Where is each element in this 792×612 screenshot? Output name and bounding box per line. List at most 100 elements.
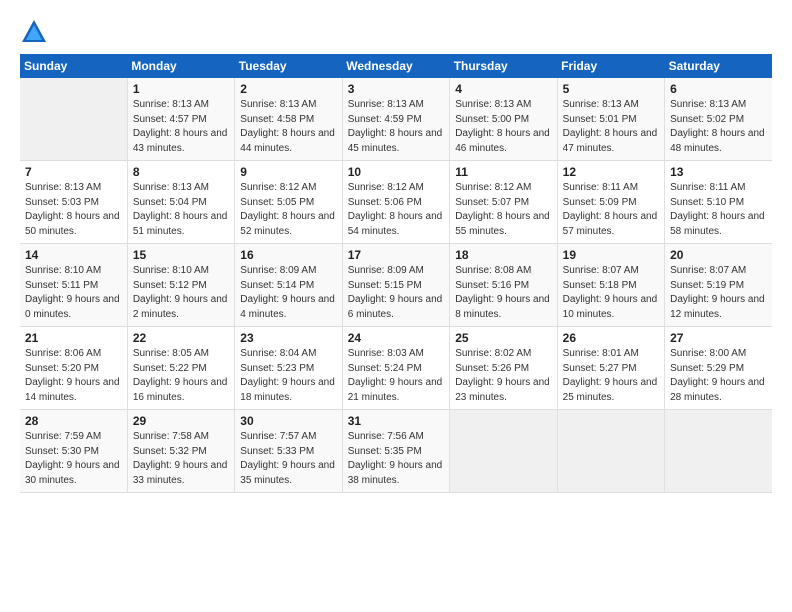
day-cell: 26 Sunrise: 8:01 AMSunset: 5:27 PMDayligh…: [557, 327, 664, 410]
logo: [20, 18, 52, 46]
day-number: 29: [133, 414, 229, 428]
day-cell: 27 Sunrise: 8:00 AMSunset: 5:29 PMDayligh…: [665, 327, 772, 410]
day-number: 27: [670, 331, 767, 345]
day-info: Sunrise: 8:03 AMSunset: 5:24 PMDaylight:…: [348, 347, 444, 405]
day-number: 2: [240, 82, 336, 96]
day-info: Sunrise: 8:12 AMSunset: 5:07 PMDaylight:…: [455, 181, 551, 239]
day-info: Sunrise: 8:00 AMSunset: 5:29 PMDaylight:…: [670, 347, 767, 405]
day-cell: 23Sunrise: 8:04 AMSunset: 5:23 PMDayligh…: [235, 327, 342, 410]
day-number: 4: [455, 82, 551, 96]
week-row-2: 7Sunrise: 8:13 AMSunset: 5:03 PMDaylight…: [20, 161, 772, 244]
day-number: 30: [240, 414, 336, 428]
day-number: 31: [348, 414, 444, 428]
day-number: 26: [563, 331, 659, 345]
day-cell: 16 Sunrise: 8:09 AMSunset: 5:14 PMDayligh…: [235, 244, 342, 327]
day-number: 6: [670, 82, 767, 96]
day-info: Sunrise: 8:07 AMSunset: 5:18 PMDaylight:…: [563, 264, 659, 322]
day-info: Sunrise: 8:02 AMSunset: 5:26 PMDaylight:…: [455, 347, 551, 405]
day-number: 1: [133, 82, 229, 96]
day-cell: 13 Sunrise: 8:11 AMSunset: 5:10 PMDayligh…: [665, 161, 772, 244]
day-header-thursday: Thursday: [450, 54, 557, 78]
day-cell: 24 Sunrise: 8:03 AMSunset: 5:24 PMDayligh…: [342, 327, 449, 410]
day-cell: 2 Sunrise: 8:13 AMSunset: 4:58 PMDaylight…: [235, 78, 342, 161]
day-info: Sunrise: 8:13 AMSunset: 5:02 PMDaylight:…: [670, 98, 767, 156]
day-cell: 14 Sunrise: 8:10 AMSunset: 5:11 PMDayligh…: [20, 244, 127, 327]
day-cell: 30 Sunrise: 7:57 AMSunset: 5:33 PMDayligh…: [235, 410, 342, 493]
day-cell: 7Sunrise: 8:13 AMSunset: 5:03 PMDaylight…: [20, 161, 127, 244]
day-info: Sunrise: 7:57 AMSunset: 5:33 PMDaylight:…: [240, 430, 336, 488]
logo-icon: [20, 18, 48, 46]
day-cell: 10 Sunrise: 8:12 AMSunset: 5:06 PMDayligh…: [342, 161, 449, 244]
day-info: Sunrise: 8:13 AMSunset: 5:01 PMDaylight:…: [563, 98, 659, 156]
day-number: 10: [348, 165, 444, 179]
week-row-3: 14 Sunrise: 8:10 AMSunset: 5:11 PMDayligh…: [20, 244, 772, 327]
day-number: 11: [455, 165, 551, 179]
page: SundayMondayTuesdayWednesdayThursdayFrid…: [0, 0, 792, 612]
day-number: 25: [455, 331, 551, 345]
day-info: Sunrise: 8:08 AMSunset: 5:16 PMDaylight:…: [455, 264, 551, 322]
day-cell: 20Sunrise: 8:07 AMSunset: 5:19 PMDayligh…: [665, 244, 772, 327]
day-cell: 18 Sunrise: 8:08 AMSunset: 5:16 PMDayligh…: [450, 244, 557, 327]
day-cell: 3 Sunrise: 8:13 AMSunset: 4:59 PMDaylight…: [342, 78, 449, 161]
day-cell: 9Sunrise: 8:12 AMSunset: 5:05 PMDaylight…: [235, 161, 342, 244]
day-number: 24: [348, 331, 444, 345]
day-cell: 28Sunrise: 7:59 AMSunset: 5:30 PMDayligh…: [20, 410, 127, 493]
day-cell: 11 Sunrise: 8:12 AMSunset: 5:07 PMDayligh…: [450, 161, 557, 244]
day-number: 18: [455, 248, 551, 262]
day-info: Sunrise: 8:04 AMSunset: 5:23 PMDaylight:…: [240, 347, 336, 405]
day-info: Sunrise: 8:11 AMSunset: 5:09 PMDaylight:…: [563, 181, 659, 239]
day-info: Sunrise: 8:09 AMSunset: 5:14 PMDaylight:…: [240, 264, 336, 322]
header-row: SundayMondayTuesdayWednesdayThursdayFrid…: [20, 54, 772, 78]
week-row-5: 28Sunrise: 7:59 AMSunset: 5:30 PMDayligh…: [20, 410, 772, 493]
day-number: 22: [133, 331, 229, 345]
day-number: 20: [670, 248, 767, 262]
day-info: Sunrise: 8:05 AMSunset: 5:22 PMDaylight:…: [133, 347, 229, 405]
week-row-1: 1Sunrise: 8:13 AMSunset: 4:57 PMDaylight…: [20, 78, 772, 161]
day-cell: 19 Sunrise: 8:07 AMSunset: 5:18 PMDayligh…: [557, 244, 664, 327]
day-number: 21: [25, 331, 122, 345]
day-number: 19: [563, 248, 659, 262]
day-number: 13: [670, 165, 767, 179]
day-info: Sunrise: 8:10 AMSunset: 5:11 PMDaylight:…: [25, 264, 122, 322]
day-number: 3: [348, 82, 444, 96]
day-number: 28: [25, 414, 122, 428]
day-number: 5: [563, 82, 659, 96]
day-info: Sunrise: 8:12 AMSunset: 5:06 PMDaylight:…: [348, 181, 444, 239]
day-number: 8: [133, 165, 229, 179]
week-row-4: 21Sunrise: 8:06 AMSunset: 5:20 PMDayligh…: [20, 327, 772, 410]
day-info: Sunrise: 8:13 AMSunset: 4:58 PMDaylight:…: [240, 98, 336, 156]
day-header-tuesday: Tuesday: [235, 54, 342, 78]
day-cell: 17Sunrise: 8:09 AMSunset: 5:15 PMDayligh…: [342, 244, 449, 327]
day-header-wednesday: Wednesday: [342, 54, 449, 78]
calendar-table: SundayMondayTuesdayWednesdayThursdayFrid…: [20, 54, 772, 493]
day-number: 12: [563, 165, 659, 179]
day-header-friday: Friday: [557, 54, 664, 78]
day-cell: 29Sunrise: 7:58 AMSunset: 5:32 PMDayligh…: [127, 410, 234, 493]
day-info: Sunrise: 8:11 AMSunset: 5:10 PMDaylight:…: [670, 181, 767, 239]
day-cell: 15 Sunrise: 8:10 AMSunset: 5:12 PMDayligh…: [127, 244, 234, 327]
day-info: Sunrise: 8:13 AMSunset: 5:00 PMDaylight:…: [455, 98, 551, 156]
day-info: Sunrise: 8:13 AMSunset: 5:04 PMDaylight:…: [133, 181, 229, 239]
day-number: 9: [240, 165, 336, 179]
day-cell: [20, 78, 127, 161]
day-cell: 22 Sunrise: 8:05 AMSunset: 5:22 PMDayligh…: [127, 327, 234, 410]
header: [20, 18, 772, 46]
day-number: 14: [25, 248, 122, 262]
day-cell: 1Sunrise: 8:13 AMSunset: 4:57 PMDaylight…: [127, 78, 234, 161]
day-cell: 12 Sunrise: 8:11 AMSunset: 5:09 PMDayligh…: [557, 161, 664, 244]
day-header-sunday: Sunday: [20, 54, 127, 78]
day-number: 15: [133, 248, 229, 262]
day-header-monday: Monday: [127, 54, 234, 78]
day-info: Sunrise: 8:13 AMSunset: 4:59 PMDaylight:…: [348, 98, 444, 156]
day-info: Sunrise: 8:09 AMSunset: 5:15 PMDaylight:…: [348, 264, 444, 322]
day-info: Sunrise: 8:13 AMSunset: 5:03 PMDaylight:…: [25, 181, 122, 239]
day-info: Sunrise: 8:01 AMSunset: 5:27 PMDaylight:…: [563, 347, 659, 405]
day-info: Sunrise: 8:10 AMSunset: 5:12 PMDaylight:…: [133, 264, 229, 322]
day-cell: 6 Sunrise: 8:13 AMSunset: 5:02 PMDaylight…: [665, 78, 772, 161]
day-cell: 5 Sunrise: 8:13 AMSunset: 5:01 PMDaylight…: [557, 78, 664, 161]
day-cell: 31Sunrise: 7:56 AMSunset: 5:35 PMDayligh…: [342, 410, 449, 493]
day-cell: [665, 410, 772, 493]
day-number: 16: [240, 248, 336, 262]
day-cell: [557, 410, 664, 493]
day-cell: 25 Sunrise: 8:02 AMSunset: 5:26 PMDayligh…: [450, 327, 557, 410]
